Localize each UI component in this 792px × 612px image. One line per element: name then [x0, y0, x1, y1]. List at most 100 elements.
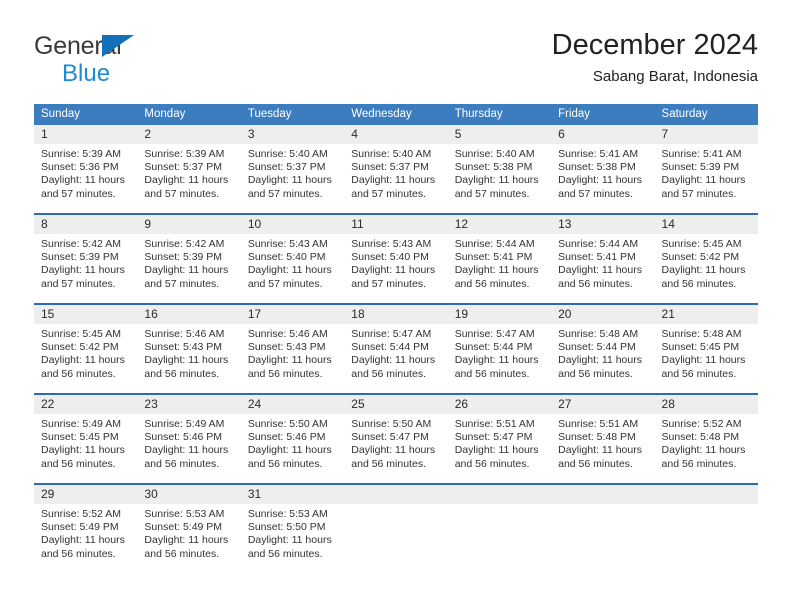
day-info: Sunrise: 5:39 AM Sunset: 5:36 PM Daylight:… — [34, 144, 137, 201]
daylight-text-line2: and 57 minutes. — [558, 187, 633, 200]
sunrise-text: Sunrise: 5:40 AM — [454, 148, 535, 160]
day-cell[interactable]: 16 Sunrise: 5:46 AM Sunset: 5:43 PM Dayligh… — [137, 305, 241, 393]
day-cell[interactable]: 15 Sunrise: 5:45 AM Sunset: 5:42 PM Dayligh… — [34, 305, 138, 393]
day-cell[interactable]: 11 Sunrise: 5:43 AM Sunset: 5:40 PM Dayligh… — [344, 215, 448, 303]
day-cell[interactable]: 21 Sunrise: 5:48 AM Sunset: 5:45 PM Dayligh… — [654, 305, 758, 393]
day-number-band: 3 — [240, 125, 345, 144]
day-number-band — [551, 485, 655, 504]
sunset-text: Sunset: 5:37 PM — [351, 161, 429, 174]
day-cell[interactable]: 7 Sunrise: 5:41 AM Sunset: 5:39 PM Daylight… — [654, 125, 758, 213]
day-cell[interactable]: 28 Sunrise: 5:52 AM Sunset: 5:48 PM Dayligh… — [654, 395, 758, 483]
calendar-week-row: 8 Sunrise: 5:42 AM Sunset: 5:39 PM Daylight… — [34, 213, 758, 303]
day-number: 11 — [351, 217, 364, 231]
daylight-text-line2: and 56 minutes. — [454, 367, 530, 380]
daylight-text-line2: and 56 minutes. — [351, 457, 426, 470]
daylight-text-line1: Daylight: 11 hours — [558, 354, 642, 367]
day-number: 21 — [661, 307, 675, 321]
daylight-text-line2: and 56 minutes. — [247, 547, 323, 560]
sunrise-text: Sunrise: 5:49 AM — [144, 418, 225, 430]
day-info: Sunrise: 5:40 AM Sunset: 5:37 PM Daylight:… — [344, 144, 447, 201]
day-info: Sunrise: 5:52 AM Sunset: 5:48 PM Daylight:… — [655, 414, 758, 471]
daylight-text-line2: and 57 minutes. — [41, 277, 116, 290]
sunrise-text: Sunrise: 5:48 AM — [661, 328, 742, 340]
daylight-text-line1: Daylight: 11 hours — [454, 444, 539, 457]
sunset-text: Sunset: 5:37 PM — [144, 161, 223, 174]
daylight-text-line1: Daylight: 11 hours — [661, 444, 746, 457]
sunset-text: Sunset: 5:44 PM — [454, 341, 533, 354]
day-number: 22 — [41, 397, 55, 411]
day-number-band: 17 — [240, 305, 345, 324]
day-info: Sunrise: 5:43 AM Sunset: 5:40 PM Daylight:… — [344, 234, 447, 291]
day-cell[interactable]: 1 Sunrise: 5:39 AM Sunset: 5:36 PM Daylight… — [34, 125, 138, 213]
day-info: Sunrise: 5:45 AM Sunset: 5:42 PM Daylight:… — [34, 324, 137, 381]
sunrise-text: Sunrise: 5:52 AM — [41, 508, 121, 520]
calendar-week-row: 15 Sunrise: 5:45 AM Sunset: 5:42 PM Dayligh… — [34, 303, 758, 393]
day-cell[interactable]: 12 Sunrise: 5:44 AM Sunset: 5:41 PM Dayligh… — [447, 215, 552, 303]
general-blue-logo: General Blue — [34, 32, 254, 88]
day-cell[interactable]: 29 Sunrise: 5:52 AM Sunset: 5:49 PM Dayligh… — [34, 485, 138, 573]
day-cell[interactable]: 20 Sunrise: 5:48 AM Sunset: 5:44 PM Dayligh… — [551, 305, 655, 393]
day-number: 9 — [144, 217, 152, 231]
day-number: 18 — [351, 307, 365, 321]
daylight-text-line2: and 56 minutes. — [558, 277, 633, 290]
sunrise-text: Sunrise: 5:49 AM — [41, 418, 121, 430]
logo-triangle-icon — [102, 35, 134, 57]
day-number: 5 — [454, 127, 462, 141]
day-cell[interactable]: 26 Sunrise: 5:51 AM Sunset: 5:47 PM Dayligh… — [447, 395, 552, 483]
daylight-text-line2: and 57 minutes. — [351, 187, 426, 200]
day-cell[interactable]: 5 Sunrise: 5:40 AM Sunset: 5:38 PM Daylight… — [447, 125, 552, 213]
daylight-text-line2: and 56 minutes. — [661, 457, 737, 470]
day-info: Sunrise: 5:51 AM Sunset: 5:47 PM Daylight:… — [448, 414, 551, 471]
day-cell[interactable]: 2 Sunrise: 5:39 AM Sunset: 5:37 PM Daylight… — [137, 125, 241, 213]
day-cell[interactable]: 27 Sunrise: 5:51 AM Sunset: 5:48 PM Dayligh… — [551, 395, 655, 483]
day-cell[interactable]: 17 Sunrise: 5:46 AM Sunset: 5:43 PM Dayligh… — [240, 305, 345, 393]
sunrise-text: Sunrise: 5:50 AM — [351, 418, 432, 430]
daylight-text-line2: and 56 minutes. — [661, 277, 737, 290]
day-cell[interactable]: 10 Sunrise: 5:43 AM Sunset: 5:40 PM Dayligh… — [240, 215, 345, 303]
day-cell[interactable]: 24 Sunrise: 5:50 AM Sunset: 5:46 PM Dayligh… — [240, 395, 345, 483]
day-number: 8 — [41, 217, 48, 231]
day-number: 4 — [351, 127, 358, 141]
sunrise-text: Sunrise: 5:46 AM — [144, 328, 225, 340]
day-cell[interactable]: 13 Sunrise: 5:44 AM Sunset: 5:41 PM Dayligh… — [551, 215, 655, 303]
day-cell[interactable]: 6 Sunrise: 5:41 AM Sunset: 5:38 PM Daylight… — [551, 125, 655, 213]
daylight-text-line2: and 56 minutes. — [558, 367, 633, 380]
sunset-text: Sunset: 5:40 PM — [247, 251, 326, 264]
sunrise-text: Sunrise: 5:51 AM — [558, 418, 639, 430]
daylight-text-line1: Daylight: 11 hours — [41, 264, 125, 277]
day-info: Sunrise: 5:48 AM Sunset: 5:45 PM Daylight:… — [655, 324, 758, 381]
day-cell[interactable]: 23 Sunrise: 5:49 AM Sunset: 5:46 PM Dayligh… — [137, 395, 241, 483]
day-cell[interactable]: 18 Sunrise: 5:47 AM Sunset: 5:44 PM Dayligh… — [344, 305, 448, 393]
calendar-week-row: 29 Sunrise: 5:52 AM Sunset: 5:49 PM Dayligh… — [34, 483, 758, 573]
daylight-text-line1: Daylight: 11 hours — [558, 174, 642, 187]
day-number: 31 — [247, 487, 262, 501]
logo-text-blue-row: Blue — [62, 61, 254, 87]
day-number-band: 10 — [240, 215, 345, 234]
day-cell[interactable]: 22 Sunrise: 5:49 AM Sunset: 5:45 PM Dayligh… — [34, 395, 138, 483]
day-cell[interactable]: 31 Sunrise: 5:53 AM Sunset: 5:50 PM Dayligh… — [240, 485, 345, 573]
day-cell[interactable]: 30 Sunrise: 5:53 AM Sunset: 5:49 PM Dayligh… — [137, 485, 241, 573]
daylight-text-line1: Daylight: 11 hours — [144, 264, 229, 277]
day-info: Sunrise: 5:41 AM Sunset: 5:39 PM Daylight:… — [655, 144, 758, 201]
day-cell[interactable]: 3 Sunrise: 5:40 AM Sunset: 5:37 PM Daylight… — [240, 125, 345, 213]
day-cell[interactable]: 19 Sunrise: 5:47 AM Sunset: 5:44 PM Dayligh… — [447, 305, 552, 393]
sunrise-text: Sunrise: 5:44 AM — [558, 238, 639, 250]
daylight-text-line1: Daylight: 11 hours — [454, 354, 539, 367]
day-cell[interactable]: 25 Sunrise: 5:50 AM Sunset: 5:47 PM Dayligh… — [344, 395, 448, 483]
day-cell[interactable]: 14 Sunrise: 5:45 AM Sunset: 5:42 PM Dayligh… — [654, 215, 758, 303]
day-number-band: 1 — [34, 125, 138, 144]
day-cell[interactable]: 9 Sunrise: 5:42 AM Sunset: 5:39 PM Daylight… — [137, 215, 241, 303]
day-cell[interactable]: 8 Sunrise: 5:42 AM Sunset: 5:39 PM Daylight… — [34, 215, 138, 303]
sunset-text: Sunset: 5:36 PM — [41, 161, 119, 174]
day-cell[interactable]: 4 Sunrise: 5:40 AM Sunset: 5:37 PM Daylight… — [344, 125, 448, 213]
day-number-band: 23 — [137, 395, 241, 414]
daylight-text-line2: and 56 minutes. — [661, 367, 737, 380]
day-number: 29 — [41, 487, 55, 501]
day-number: 17 — [247, 307, 262, 321]
day-info: Sunrise: 5:49 AM Sunset: 5:45 PM Daylight:… — [34, 414, 137, 471]
day-number: 1 — [41, 127, 48, 141]
day-info: Sunrise: 5:40 AM Sunset: 5:38 PM Daylight:… — [448, 144, 551, 201]
daylight-text-line2: and 56 minutes. — [454, 457, 530, 470]
daylight-text-line1: Daylight: 11 hours — [144, 534, 229, 547]
sunset-text: Sunset: 5:44 PM — [351, 341, 429, 354]
